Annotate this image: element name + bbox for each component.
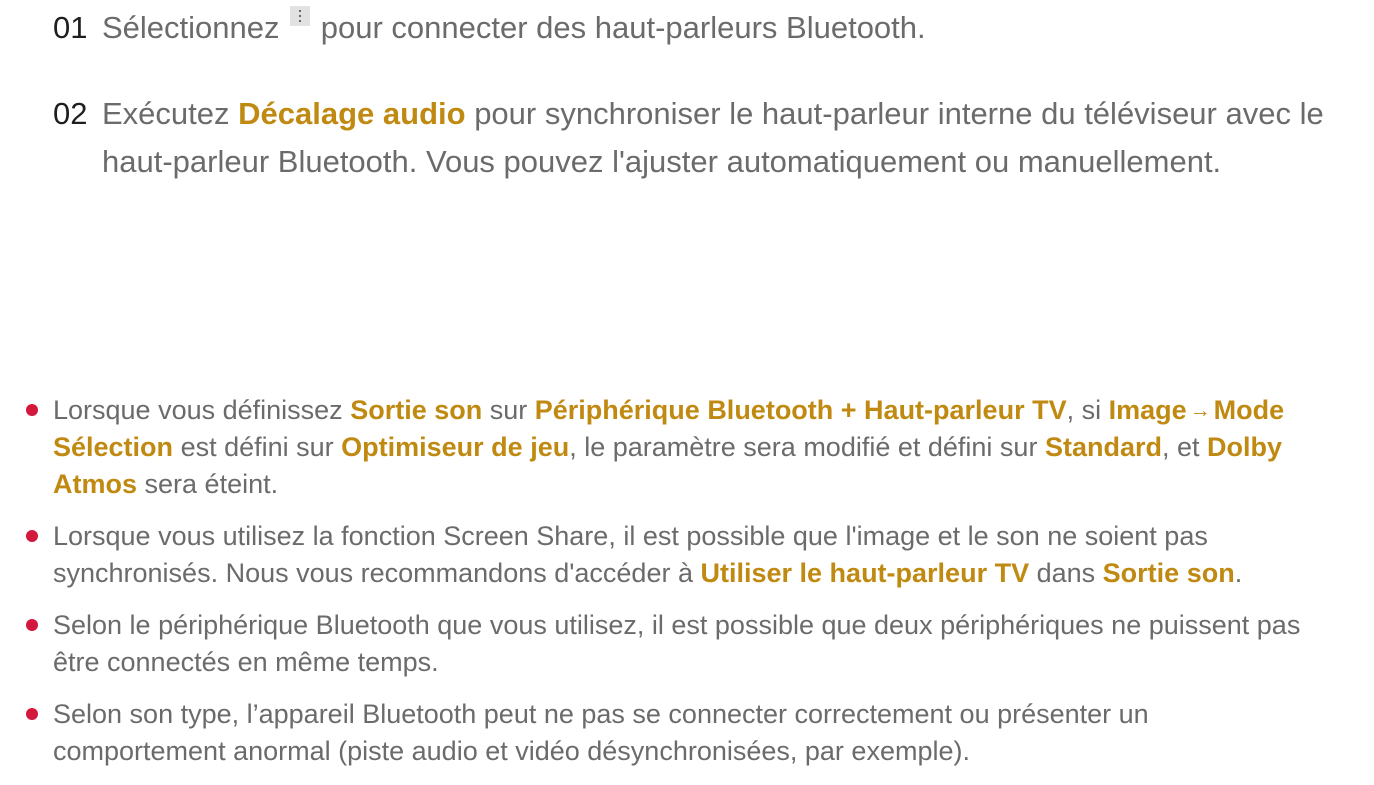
step-text-part: pour connecter des haut-parleurs Bluetoo… [320, 10, 926, 45]
note-item: Lorsque vous utilisez la fonction Screen… [0, 518, 1323, 592]
step-text-part: Sélectionnez [102, 10, 280, 45]
note-text: sera éteint. [144, 469, 279, 499]
note-text: , le paramètre sera modifié et défini su… [569, 432, 1038, 462]
note-text: . [1234, 558, 1243, 588]
note-text: Selon le périphérique Bluetooth que vous… [53, 610, 1301, 677]
note-text: dans [1036, 558, 1096, 588]
note-text: est défini sur [180, 432, 334, 462]
note-item: Selon son type, l’appareil Bluetooth peu… [0, 696, 1323, 770]
note-text: Lorsque vous utilisez la fonction Screen… [53, 521, 1208, 588]
step-1: 01 Sélectionnez pour connecter des haut-… [53, 4, 1343, 52]
arrow-right-icon: → [1189, 399, 1211, 422]
bullet-dot [26, 708, 38, 720]
menu-term: Sortie son [1102, 558, 1235, 588]
bullet-dot [26, 404, 38, 416]
notes-list: Lorsque vous définissez Sortie son sur P… [0, 392, 1374, 785]
note-item: Lorsque vous définissez Sortie son sur P… [0, 392, 1323, 503]
note-text: Lorsque vous définissez [53, 395, 343, 425]
note-text: Selon son type, l’appareil Bluetooth peu… [53, 699, 1149, 766]
note-text: , si [1066, 395, 1102, 425]
note-text: , et [1161, 432, 1200, 462]
step-number: 02 [53, 96, 88, 131]
menu-term: Standard [1044, 432, 1162, 462]
note-text: sur [489, 395, 528, 425]
menu-term: Optimiseur de jeu [341, 432, 570, 462]
step-text: Sélectionnez pour connecter des haut-par… [102, 4, 1343, 52]
menu-term: Sortie son [350, 395, 483, 425]
bullet-dot [26, 619, 38, 631]
step-2: 02 Exécutez Décalage audio pour synchron… [53, 90, 1343, 186]
step-text: Exécutez Décalage audio pour synchronise… [102, 90, 1343, 186]
menu-term: Utiliser le haut-parleur TV [700, 558, 1030, 588]
step-number: 01 [53, 10, 88, 45]
step-text-part: Exécutez [102, 96, 230, 131]
menu-term-audio-delay: Décalage audio [238, 96, 466, 131]
bullet-dot [26, 530, 38, 542]
note-item: Selon le périphérique Bluetooth que vous… [0, 607, 1323, 681]
menu-term: Périphérique Bluetooth + Haut-parleur TV [534, 395, 1067, 425]
menu-term: Image [1108, 395, 1187, 425]
more-vertical-icon [290, 6, 311, 26]
